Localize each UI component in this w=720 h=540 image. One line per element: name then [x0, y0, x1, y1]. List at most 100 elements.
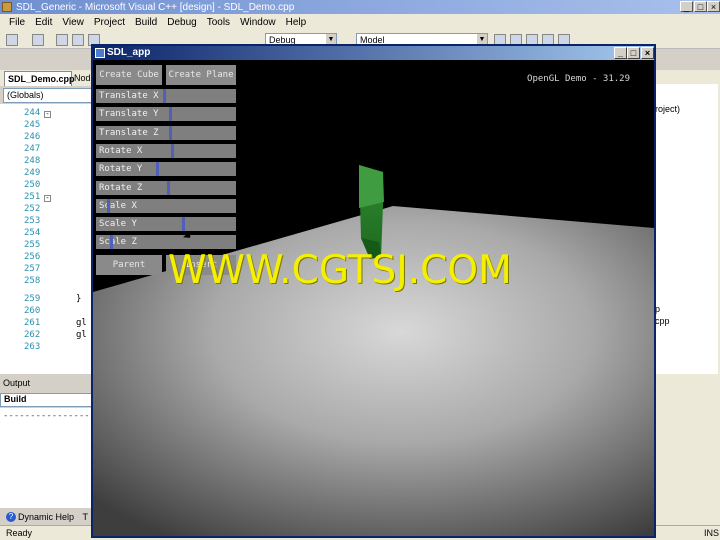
- create-plane-button[interactable]: Create Plane: [166, 65, 236, 85]
- line-number: 258: [24, 276, 41, 286]
- tab-node[interactable]: Nod: [74, 73, 91, 83]
- line-number: 263: [24, 342, 41, 352]
- close-icon[interactable]: ×: [707, 1, 720, 12]
- tree-item[interactable]: roject): [655, 104, 680, 114]
- collapse-icon[interactable]: -: [44, 111, 51, 118]
- line-number: 254: [24, 228, 41, 238]
- menu-tools[interactable]: Tools: [202, 17, 235, 28]
- menu-file[interactable]: File: [4, 17, 30, 28]
- code-text: gl: [76, 318, 87, 328]
- close-icon[interactable]: ×: [641, 47, 654, 59]
- slider-handle[interactable]: [169, 125, 172, 140]
- code-line: 256: [0, 252, 95, 264]
- status-text: Ready: [6, 528, 33, 538]
- code-editor[interactable]: 244- 245 246 247 248 249 250 251- 252 25…: [0, 104, 95, 374]
- sdl-title-bar: SDL_app _ □ ×: [93, 46, 654, 60]
- slider-label: Scale Y: [99, 219, 137, 230]
- parent-button[interactable]: Parent: [96, 255, 162, 275]
- slider-scale-x[interactable]: Scale X: [96, 198, 236, 213]
- maximize-icon[interactable]: □: [627, 47, 640, 59]
- line-number: 257: [24, 264, 41, 274]
- menu-edit[interactable]: Edit: [30, 17, 57, 28]
- menu-debug[interactable]: Debug: [162, 17, 201, 28]
- add-item-icon[interactable]: [32, 34, 44, 46]
- output-panel-title: Output: [0, 378, 95, 391]
- slider-scale-y[interactable]: Scale Y: [96, 217, 236, 232]
- menu-view[interactable]: View: [57, 17, 89, 28]
- line-number: 256: [24, 252, 41, 262]
- line-number: 259: [24, 294, 41, 304]
- code-text: gl: [76, 330, 87, 340]
- slider-handle[interactable]: [110, 235, 113, 250]
- slider-translate-y[interactable]: Translate Y: [96, 107, 236, 122]
- vs-app-icon: [2, 2, 12, 12]
- tab-sdl-demo[interactable]: SDL_Demo.cpp: [4, 71, 75, 86]
- slider-handle[interactable]: [156, 162, 159, 177]
- scope-combo[interactable]: (Globals): [3, 88, 92, 103]
- slider-label: Rotate X: [99, 145, 143, 156]
- tree-item[interactable]: cpp: [655, 316, 670, 326]
- code-line: 251-: [0, 192, 95, 204]
- line-number: 255: [24, 240, 41, 250]
- menu-build[interactable]: Build: [130, 17, 162, 28]
- line-number: 251: [24, 192, 41, 202]
- menu-window[interactable]: Window: [235, 17, 281, 28]
- code-line: 260: [0, 306, 95, 318]
- ins-indicator: INS: [704, 528, 720, 538]
- output-text: ------------------: [0, 408, 95, 508]
- maximize-icon[interactable]: □: [694, 1, 707, 12]
- tab-dynamic-help[interactable]: ? Dynamic Help T: [0, 510, 95, 524]
- code-line: 258: [0, 276, 95, 288]
- code-text: }: [76, 294, 82, 304]
- code-line: 261 gl: [0, 318, 95, 330]
- slider-handle[interactable]: [163, 89, 166, 103]
- code-line: 244-: [0, 108, 95, 120]
- open-file-icon[interactable]: [56, 34, 68, 46]
- create-cube-button[interactable]: Create Cube: [96, 65, 162, 85]
- code-line: 259}: [0, 294, 95, 306]
- vs-window-title: SDL_Generic - Microsoft Visual C++ [desi…: [16, 1, 295, 13]
- line-number: 244: [24, 108, 41, 118]
- code-line: 255: [0, 240, 95, 252]
- line-number: 252: [24, 204, 41, 214]
- solution-explorer-panel: roject) p cpp: [655, 70, 720, 525]
- code-line: 250: [0, 180, 95, 192]
- code-line: 248: [0, 156, 95, 168]
- minimize-icon[interactable]: _: [614, 47, 627, 59]
- slider-handle[interactable]: [169, 107, 172, 122]
- new-project-icon[interactable]: [6, 34, 18, 46]
- slider-rotate-x[interactable]: Rotate X: [96, 143, 236, 158]
- slider-rotate-y[interactable]: Rotate Y: [96, 162, 236, 177]
- menu-help[interactable]: Help: [281, 17, 312, 28]
- line-number: 248: [24, 156, 41, 166]
- solution-tree[interactable]: [655, 84, 718, 374]
- slider-handle[interactable]: [167, 180, 170, 195]
- code-line: 247: [0, 144, 95, 156]
- slider-label: Translate Z: [99, 127, 159, 138]
- output-source-combo[interactable]: Build: [0, 393, 95, 407]
- slider-handle[interactable]: [107, 198, 110, 213]
- editor-tab-strip: SDL_Demo.cpp Nod: [0, 70, 95, 86]
- slider-label: Rotate Y: [99, 164, 143, 175]
- line-number: 262: [24, 330, 41, 340]
- fps-label: OpenGL Demo - 31.29: [527, 74, 630, 84]
- slider-label: Translate Y: [99, 109, 159, 120]
- slider-translate-z[interactable]: Translate Z: [96, 125, 236, 140]
- save-icon[interactable]: [72, 34, 84, 46]
- minimize-icon[interactable]: _: [680, 1, 693, 12]
- code-line: 245: [0, 120, 95, 132]
- code-line: 252: [0, 204, 95, 216]
- menu-project[interactable]: Project: [89, 17, 130, 28]
- line-number: 261: [24, 318, 41, 328]
- code-line: 257: [0, 264, 95, 276]
- slider-translate-x[interactable]: Translate X: [96, 89, 236, 103]
- opengl-viewport[interactable]: OpenGL Demo - 31.29 Create Cube Create P…: [93, 60, 654, 536]
- tab-t-label[interactable]: T: [83, 512, 89, 522]
- slider-handle[interactable]: [182, 217, 185, 232]
- slider-handle[interactable]: [171, 143, 174, 158]
- slider-rotate-z[interactable]: Rotate Z: [96, 180, 236, 195]
- collapse-icon[interactable]: -: [44, 195, 51, 202]
- code-line: 254: [0, 228, 95, 240]
- sdl-app-icon: [95, 48, 105, 58]
- watermark-text: WWW.CGTSJ.COM: [168, 248, 512, 293]
